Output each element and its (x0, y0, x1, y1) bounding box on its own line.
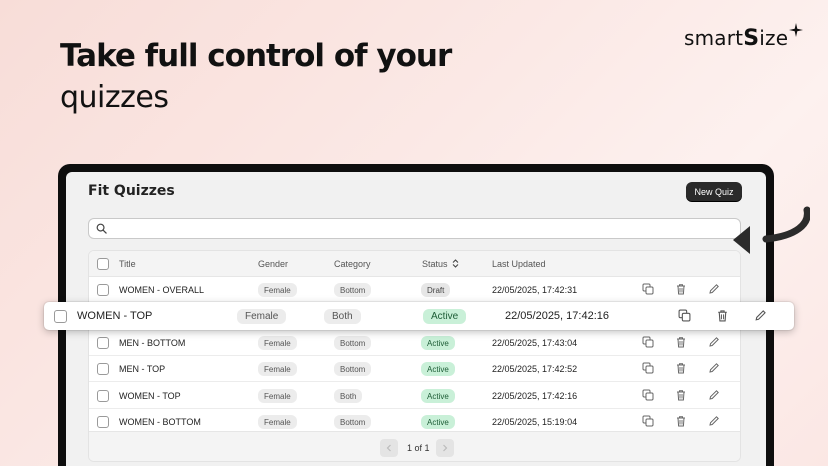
page-indicator: 1 of 1 (407, 443, 430, 453)
new-quiz-button[interactable]: New Quiz (686, 182, 742, 201)
row-title: WOMEN - TOP (119, 391, 181, 401)
status-badge: Active (421, 389, 455, 403)
row-checkbox[interactable] (54, 310, 67, 323)
duplicate-icon[interactable] (678, 309, 691, 322)
row-updated: 22/05/2025, 17:42:16 (505, 310, 609, 322)
row-title: WOMEN - TOP (77, 310, 153, 322)
row-updated: 22/05/2025, 17:42:52 (492, 364, 578, 374)
gender-tag: Female (258, 362, 297, 376)
row-title: MEN - TOP (119, 364, 166, 374)
category-tag: Both (334, 389, 363, 403)
duplicate-icon[interactable] (642, 283, 654, 295)
row-checkbox[interactable] (97, 284, 109, 296)
edit-icon[interactable] (708, 283, 720, 295)
category-tag: Bottom (334, 336, 372, 350)
status-badge: Active (421, 415, 455, 429)
category-tag: Bottom (334, 283, 372, 297)
duplicate-icon[interactable] (642, 336, 654, 348)
gender-tag: Female (258, 283, 297, 297)
search-icon (96, 223, 107, 234)
row-checkbox[interactable] (97, 416, 109, 428)
chevron-left-icon (386, 444, 391, 452)
row-title: WOMEN - OVERALL (119, 285, 205, 295)
table-row[interactable]: WOMEN - TOP Female Both Active 22/05/2025, 1… (89, 383, 740, 409)
category-tag: Bottom (334, 415, 372, 429)
brand-suffix: ize (759, 26, 789, 50)
status-badge: Active (423, 309, 467, 324)
delete-icon[interactable] (675, 389, 687, 401)
duplicate-icon[interactable] (642, 415, 654, 427)
header-status[interactable]: Status (422, 259, 459, 269)
hero-subtitle: quizzes (60, 80, 169, 115)
next-page-button[interactable] (436, 439, 454, 457)
category-tag: Bottom (334, 362, 372, 376)
row-updated: 22/05/2025, 17:42:16 (492, 391, 578, 401)
delete-icon[interactable] (675, 415, 687, 427)
status-badge: Active (421, 336, 455, 350)
dragged-row[interactable]: WOMEN - TOP Female Both Active 22/05/202… (44, 302, 794, 330)
header-title: Title (119, 259, 136, 269)
search-input[interactable] (88, 218, 741, 239)
row-updated: 22/05/2025, 15:19:04 (492, 417, 578, 427)
pagination: 1 of 1 (89, 431, 740, 461)
table-row[interactable]: MEN - TOP Female Bottom Active 22/05/2025, 1… (89, 356, 740, 382)
category-tag: Both (324, 309, 361, 324)
row-updated: 22/05/2025, 17:43:04 (492, 338, 578, 348)
edit-icon[interactable] (708, 336, 720, 348)
prev-page-button[interactable] (380, 439, 398, 457)
quiz-table: Title Gender Category Status Last Update… (88, 250, 741, 462)
duplicate-icon[interactable] (642, 389, 654, 401)
brand-logo: smart Size (684, 23, 804, 51)
delete-icon[interactable] (675, 283, 687, 295)
status-badge: Draft (421, 283, 451, 297)
header-gender: Gender (258, 259, 289, 269)
row-title: WOMEN - BOTTOM (119, 417, 201, 427)
brand-big-letter: S (743, 26, 760, 51)
delete-icon[interactable] (675, 362, 687, 374)
sparkle-icon (789, 23, 804, 37)
chevron-right-icon (443, 444, 448, 452)
status-badge: Active (421, 362, 455, 376)
table-header: Title Gender Category Status Last Update… (89, 251, 740, 277)
table-row[interactable]: MEN - BOTTOM Female Bottom Active 22/05/2025… (89, 330, 740, 356)
row-checkbox[interactable] (97, 363, 109, 375)
row-checkbox[interactable] (97, 390, 109, 402)
hero-title: Take full control of your (60, 38, 452, 74)
edit-icon[interactable] (708, 389, 720, 401)
edit-icon[interactable] (754, 309, 767, 322)
delete-icon[interactable] (716, 309, 729, 322)
header-status-label: Status (422, 259, 448, 269)
gender-tag: Female (237, 309, 287, 324)
gender-tag: Female (258, 336, 297, 350)
edit-icon[interactable] (708, 362, 720, 374)
row-checkbox[interactable] (97, 337, 109, 349)
row-updated: 22/05/2025, 17:42:31 (492, 285, 578, 295)
row-title: MEN - BOTTOM (119, 338, 186, 348)
gender-tag: Female (258, 389, 297, 403)
delete-icon[interactable] (675, 336, 687, 348)
curved-arrow-icon (733, 206, 810, 254)
edit-icon[interactable] (708, 415, 720, 427)
header-category: Category (334, 259, 371, 269)
gender-tag: Female (258, 415, 297, 429)
brand-prefix: smart (684, 26, 744, 50)
table-row[interactable]: WOMEN - OVERALL Female Bottom Draft 22/05/20… (89, 277, 740, 303)
page-title: Fit Quizzes (88, 183, 175, 199)
sort-icon[interactable] (452, 259, 459, 268)
select-all-checkbox[interactable] (97, 258, 109, 270)
header-last-updated: Last Updated (492, 259, 546, 269)
duplicate-icon[interactable] (642, 362, 654, 374)
